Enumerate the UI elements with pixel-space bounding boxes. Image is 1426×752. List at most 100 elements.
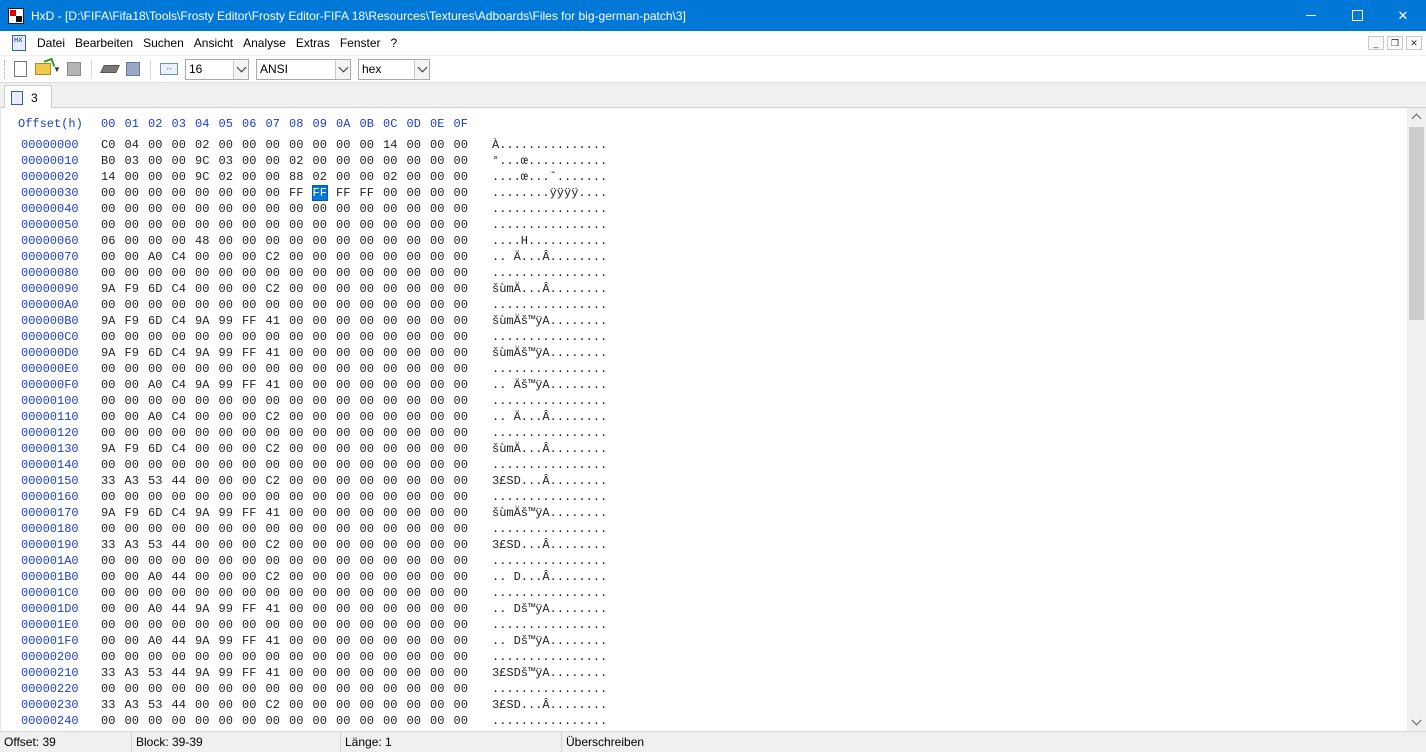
- hex-byte[interactable]: 00: [172, 426, 186, 440]
- hex-byte[interactable]: 00: [266, 458, 280, 472]
- hex-byte[interactable]: 00: [289, 570, 303, 584]
- hex-byte[interactable]: 00: [454, 282, 468, 296]
- hex-byte[interactable]: 00: [313, 138, 327, 152]
- hex-byte[interactable]: 00: [125, 602, 139, 616]
- hex-byte[interactable]: 00: [242, 570, 256, 584]
- hex-byte[interactable]: 00: [313, 554, 327, 568]
- hex-byte[interactable]: FF: [289, 186, 303, 200]
- hex-byte[interactable]: 00: [101, 522, 115, 536]
- hex-byte[interactable]: 00: [336, 426, 350, 440]
- mdi-minimize-button[interactable]: _: [1368, 36, 1384, 50]
- menu-analyse[interactable]: Analyse: [238, 31, 291, 56]
- hex-byte[interactable]: C4: [172, 346, 186, 360]
- hex-byte[interactable]: 44: [172, 474, 186, 488]
- hex-byte[interactable]: 00: [336, 378, 350, 392]
- hex-byte[interactable]: C4: [172, 250, 186, 264]
- hex-byte[interactable]: 00: [195, 362, 209, 376]
- hex-byte[interactable]: 00: [266, 202, 280, 216]
- hex-byte[interactable]: 00: [313, 346, 327, 360]
- hex-byte[interactable]: 00: [454, 250, 468, 264]
- hex-byte[interactable]: 00: [313, 442, 327, 456]
- hex-byte[interactable]: 00: [454, 378, 468, 392]
- hex-byte[interactable]: C2: [266, 410, 280, 424]
- hex-byte[interactable]: 00: [101, 202, 115, 216]
- hex-byte[interactable]: 00: [195, 618, 209, 632]
- hex-byte[interactable]: 00: [242, 538, 256, 552]
- scroll-up-icon[interactable]: [1407, 108, 1426, 125]
- menu-ansicht[interactable]: Ansicht: [189, 31, 238, 56]
- hex-byte[interactable]: 00: [336, 474, 350, 488]
- hex-byte[interactable]: 00: [195, 538, 209, 552]
- hex-byte[interactable]: 02: [383, 170, 397, 184]
- menu-datei[interactable]: Datei: [32, 31, 70, 56]
- hex-byte[interactable]: 00: [313, 378, 327, 392]
- save-button[interactable]: [64, 59, 84, 79]
- hex-byte[interactable]: 00: [242, 218, 256, 232]
- hex-byte[interactable]: 00: [266, 490, 280, 504]
- hex-byte[interactable]: 00: [407, 314, 421, 328]
- hex-byte[interactable]: 00: [454, 650, 468, 664]
- hex-byte[interactable]: 00: [289, 538, 303, 552]
- hex-byte[interactable]: 00: [336, 410, 350, 424]
- hex-byte[interactable]: 00: [289, 266, 303, 280]
- text-column[interactable]: ................: [492, 298, 607, 312]
- hex-byte[interactable]: 00: [148, 234, 162, 248]
- hex-byte[interactable]: 00: [289, 202, 303, 216]
- hex-byte[interactable]: 00: [219, 186, 233, 200]
- hex-byte[interactable]: 00: [219, 650, 233, 664]
- hex-byte[interactable]: 00: [360, 282, 374, 296]
- hex-byte[interactable]: 00: [313, 202, 327, 216]
- hex-byte[interactable]: 00: [289, 234, 303, 248]
- hex-byte[interactable]: 00: [101, 362, 115, 376]
- hex-byte[interactable]: 00: [360, 170, 374, 184]
- hex-byte[interactable]: 00: [195, 682, 209, 696]
- hex-byte[interactable]: 00: [407, 170, 421, 184]
- text-column[interactable]: 3£SD...Â........: [492, 474, 607, 488]
- hex-byte[interactable]: 00: [125, 170, 139, 184]
- hex-byte[interactable]: 00: [289, 634, 303, 648]
- hex-byte[interactable]: 00: [289, 602, 303, 616]
- hex-byte[interactable]: A0: [148, 410, 162, 424]
- hex-byte[interactable]: 00: [383, 330, 397, 344]
- hex-byte[interactable]: 00: [383, 618, 397, 632]
- hex-byte[interactable]: 00: [454, 682, 468, 696]
- scroll-down-icon[interactable]: [1407, 714, 1426, 731]
- hex-byte[interactable]: 00: [454, 634, 468, 648]
- hex-byte[interactable]: 00: [430, 314, 444, 328]
- hex-byte[interactable]: 00: [289, 218, 303, 232]
- hex-byte[interactable]: 00: [336, 538, 350, 552]
- hex-byte[interactable]: 00: [430, 234, 444, 248]
- hex-byte[interactable]: 00: [454, 554, 468, 568]
- hex-byte[interactable]: FF: [242, 378, 256, 392]
- hex-byte[interactable]: 00: [336, 298, 350, 312]
- hex-byte[interactable]: 53: [148, 666, 162, 680]
- hex-byte[interactable]: C2: [266, 250, 280, 264]
- hex-byte[interactable]: 00: [360, 298, 374, 312]
- hex-byte[interactable]: 00: [101, 250, 115, 264]
- hex-byte[interactable]: 00: [407, 186, 421, 200]
- hex-byte[interactable]: 00: [360, 154, 374, 168]
- hex-byte[interactable]: 9A: [195, 314, 209, 328]
- hex-byte[interactable]: 00: [101, 714, 115, 728]
- hex-byte[interactable]: 6D: [148, 346, 162, 360]
- hex-byte[interactable]: 00: [454, 570, 468, 584]
- hex-byte[interactable]: 00: [407, 650, 421, 664]
- hex-byte[interactable]: 00: [148, 426, 162, 440]
- hex-byte[interactable]: 00: [336, 362, 350, 376]
- hex-byte[interactable]: 00: [125, 218, 139, 232]
- hex-byte[interactable]: 00: [289, 298, 303, 312]
- text-column[interactable]: ................: [492, 394, 607, 408]
- hex-byte[interactable]: B0: [101, 154, 115, 168]
- text-column[interactable]: .. Dš™ÿA........: [492, 634, 607, 648]
- hex-byte[interactable]: 00: [242, 554, 256, 568]
- hex-byte[interactable]: 00: [407, 298, 421, 312]
- hex-byte[interactable]: C2: [266, 570, 280, 584]
- hex-byte[interactable]: 53: [148, 538, 162, 552]
- hex-byte[interactable]: 00: [313, 250, 327, 264]
- hex-byte[interactable]: 00: [172, 714, 186, 728]
- chevron-down-icon[interactable]: [414, 59, 429, 79]
- hex-byte[interactable]: 00: [336, 714, 350, 728]
- hex-byte[interactable]: 00: [289, 378, 303, 392]
- hex-byte[interactable]: 02: [195, 138, 209, 152]
- hex-byte[interactable]: 00: [313, 506, 327, 520]
